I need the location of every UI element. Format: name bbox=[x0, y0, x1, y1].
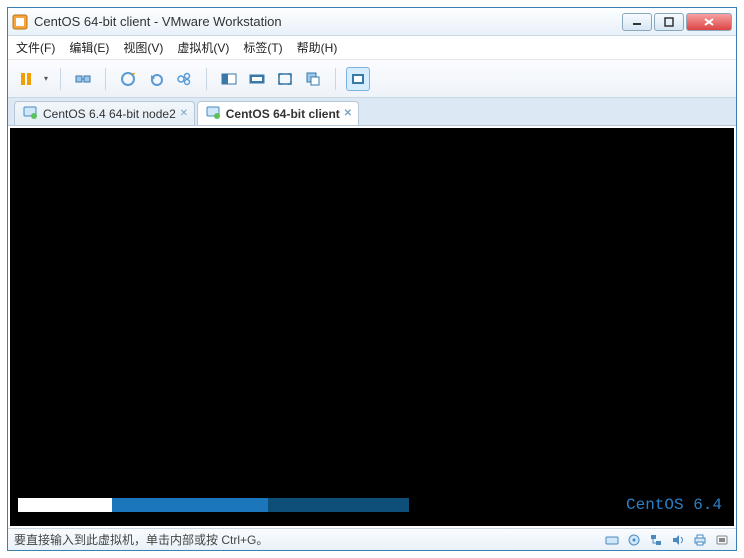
close-button[interactable] bbox=[686, 13, 732, 31]
power-dropdown[interactable]: ▾ bbox=[42, 74, 50, 83]
tab-close-icon[interactable]: ✕ bbox=[342, 107, 354, 119]
tab-vm-node2[interactable]: CentOS 6.4 64-bit node2 ✕ bbox=[14, 101, 195, 125]
snapshot-manager-button[interactable] bbox=[172, 67, 196, 91]
snapshot-take-button[interactable] bbox=[116, 67, 140, 91]
app-window: CentOS 64-bit client - VMware Workstatio… bbox=[7, 7, 737, 551]
menu-file[interactable]: 文件(F) bbox=[16, 39, 55, 56]
menu-vm[interactable]: 虚拟机(V) bbox=[177, 39, 229, 56]
menu-tabs[interactable]: 标签(T) bbox=[243, 39, 282, 56]
boot-progress-bar bbox=[18, 498, 409, 512]
minimize-button[interactable] bbox=[622, 13, 652, 31]
menubar: 文件(F) 编辑(E) 视图(V) 虚拟机(V) 标签(T) 帮助(H) bbox=[8, 36, 736, 60]
separator bbox=[335, 68, 336, 90]
printer-icon[interactable] bbox=[692, 532, 708, 548]
scale-mode-button[interactable] bbox=[346, 67, 370, 91]
input-grab-icon[interactable] bbox=[714, 532, 730, 548]
pause-button[interactable] bbox=[14, 67, 38, 91]
window-title: CentOS 64-bit client - VMware Workstatio… bbox=[34, 14, 622, 29]
send-cad-button[interactable] bbox=[71, 67, 95, 91]
menu-view[interactable]: 视图(V) bbox=[123, 39, 163, 56]
sound-icon[interactable] bbox=[670, 532, 686, 548]
fullscreen-button[interactable] bbox=[273, 67, 297, 91]
tab-close-icon[interactable]: ✕ bbox=[178, 107, 190, 119]
vm-console[interactable]: CentOS 6.4 bbox=[10, 128, 734, 526]
toolbar: ▾ bbox=[8, 60, 736, 98]
disk-icon[interactable] bbox=[604, 532, 620, 548]
app-icon bbox=[12, 14, 28, 30]
maximize-button[interactable] bbox=[654, 13, 684, 31]
snapshot-revert-button[interactable] bbox=[144, 67, 168, 91]
tab-vm-client[interactable]: CentOS 64-bit client ✕ bbox=[197, 101, 359, 125]
separator bbox=[206, 68, 207, 90]
tab-row: CentOS 6.4 64-bit node2 ✕ CentOS 64-bit … bbox=[8, 98, 736, 126]
status-hint: 要直接输入到此虚拟机，单击内部或按 Ctrl+G。 bbox=[14, 531, 604, 548]
separator bbox=[105, 68, 106, 90]
show-console-button[interactable] bbox=[217, 67, 241, 91]
titlebar[interactable]: CentOS 64-bit client - VMware Workstatio… bbox=[8, 8, 736, 36]
vm-area: CentOS 6.4 bbox=[8, 126, 736, 528]
status-device-icons bbox=[604, 532, 730, 548]
menu-help[interactable]: 帮助(H) bbox=[297, 39, 338, 56]
progress-segment-done bbox=[18, 498, 112, 512]
tab-label: CentOS 6.4 64-bit node2 bbox=[43, 107, 176, 121]
progress-segment-active bbox=[112, 498, 268, 512]
vm-icon bbox=[23, 105, 37, 122]
os-label: CentOS 6.4 bbox=[626, 496, 722, 514]
unity-mode-button[interactable] bbox=[301, 67, 325, 91]
status-bar: 要直接输入到此虚拟机，单击内部或按 Ctrl+G。 bbox=[8, 528, 736, 550]
menu-edit[interactable]: 编辑(E) bbox=[69, 39, 109, 56]
network-icon[interactable] bbox=[648, 532, 664, 548]
window-controls bbox=[622, 13, 732, 31]
progress-segment-pending bbox=[268, 498, 409, 512]
cdrom-icon[interactable] bbox=[626, 532, 642, 548]
vm-icon bbox=[206, 105, 220, 122]
multi-monitor-button[interactable] bbox=[245, 67, 269, 91]
separator bbox=[60, 68, 61, 90]
tab-label: CentOS 64-bit client bbox=[226, 107, 340, 121]
